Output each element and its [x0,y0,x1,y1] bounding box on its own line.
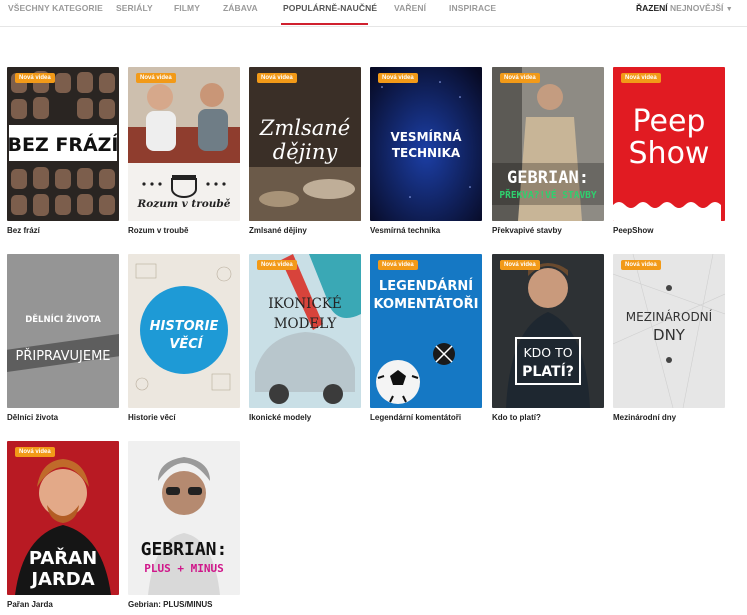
poster-historie-veci[interactable]: HISTORIE VĚCÍ [128,254,240,408]
poster-text-zmlsane-1: Zmlsané [259,116,350,140]
poster-text-mezinarodni: MEZINÁRODNÍ [626,309,713,324]
show-card-vesmirna-technika[interactable]: VESMÍRNÁ TECHNIKA Nová videa Vesmírná te… [370,67,482,235]
show-title[interactable]: Kdo to platí? [492,413,604,422]
show-card-ikonicke-modely[interactable]: IKONICKÉ MODELY Nová videa Ikonické mode… [249,254,361,422]
poster-text-veci: VĚCÍ [169,336,203,352]
poster-text-gebrian: GEBRIAN: [507,168,589,188]
show-title[interactable]: Legendární komentátoři [370,413,482,422]
poster-vesmirna-technika[interactable]: VESMÍRNÁ TECHNIKA Nová videa [370,67,482,221]
poster-delnici-zivota[interactable]: DĚLNÍCI ŽIVOTA PŘIPRAVUJEME [7,254,119,408]
show-card-prekvapive-stavby[interactable]: GEBRIAN: PŘEKVA?!VÉ STAVBY Nová videa Př… [492,67,604,235]
poster-text-plati: PLATÍ? [522,363,574,380]
poster-legendarni-komentatori[interactable]: LEGENDÁRNÍ KOMENTÁTOŘI Nová videa [370,254,482,408]
new-videos-badge: Nová videa [136,73,176,83]
poster-text-peep: Peep [633,104,706,139]
tab-serialy[interactable]: SERIÁLY [116,3,153,13]
show-card-rozum-v-troube[interactable]: Rozum v troubě Nová videa Rozum v troubě [128,67,240,235]
poster-text-modely: MODELY [274,316,338,332]
poster-text-ikonicke: IKONICKÉ [268,296,342,312]
poster-text-gebrian-2: GEBRIAN: [141,539,228,560]
poster-text-historie: HISTORIE [150,319,219,334]
active-tab-indicator [281,23,368,25]
show-title[interactable]: Bez frází [7,226,119,235]
poster-text-plus-minus: PLUS + MINUS [144,562,223,575]
poster-text-vesmirna-1: VESMÍRNÁ [390,129,462,144]
poster-rozum-v-troube[interactable]: Rozum v troubě Nová videa [128,67,240,221]
show-card-kdo-to-plati[interactable]: KDO TO PLATÍ? Nová videa Kdo to platí? [492,254,604,422]
show-card-delnici-zivota[interactable]: DĚLNÍCI ŽIVOTA PŘIPRAVUJEME Dělníci živo… [7,254,119,422]
poster-gebrian-plus-minus[interactable]: GEBRIAN: PLUS + MINUS [128,441,240,595]
tab-filmy[interactable]: FILMY [174,3,200,13]
poster-mezinarodni-dny[interactable]: MEZINÁRODNÍ DNY Nová videa [613,254,725,408]
show-card-historie-veci[interactable]: HISTORIE VĚCÍ Historie věcí [128,254,240,422]
chevron-down-icon[interactable]: ▼ [726,6,733,13]
new-videos-badge: Nová videa [500,260,540,270]
new-videos-badge: Nová videa [500,73,540,83]
show-title[interactable]: Překvapivé stavby [492,226,604,235]
tab-popularne-naucne[interactable]: POPULÁRNĚ-NAUČNÉ [283,3,377,13]
poster-text-rozum: Rozum v troubě [137,198,231,210]
sort-label: ŘAZENÍ [636,3,668,13]
show-title[interactable]: Historie věcí [128,413,240,422]
poster-ikonicke-modely[interactable]: IKONICKÉ MODELY Nová videa [249,254,361,408]
sort-dropdown[interactable]: NEJNOVĚJŠÍ [670,3,723,13]
poster-zmlsane-dejiny[interactable]: Zmlsané dějiny Nová videa [249,67,361,221]
poster-text-paran: PAŘAN [29,547,97,569]
show-card-peepshow[interactable]: Peep Show Nová videa PeepShow [613,67,725,235]
tab-inspirace[interactable]: INSPIRACE [449,3,496,13]
tab-vareni[interactable]: VAŘENÍ [394,3,426,13]
poster-text-jarda: JARDA [29,569,94,590]
poster-bez-frazi[interactable]: BEZ FRÁZÍ Nová videa [7,67,119,221]
show-card-zmlsane-dejiny[interactable]: Zmlsané dějiny Nová videa Zmlsané dějiny [249,67,361,235]
show-title[interactable]: Zmlsané dějiny [249,226,361,235]
poster-text-vesmirna-2: TECHNIKA [392,146,461,160]
poster-paran-jarda[interactable]: PAŘAN JARDA Nová videa [7,441,119,595]
poster-text-komentatori: KOMENTÁTOŘI [374,296,479,312]
new-videos-badge: Nová videa [621,260,661,270]
poster-text-bez-frazi: BEZ FRÁZÍ [7,133,118,156]
tab-vsechny-kategorie[interactable]: VŠECHNY KATEGORIE [8,3,103,13]
category-nav: VŠECHNY KATEGORIE SERIÁLY FILMY ZÁBAVA P… [0,0,747,27]
show-card-bez-frazi[interactable]: BEZ FRÁZÍ Nová videa Bez frází [7,67,119,235]
show-title[interactable]: Pařan Jarda [7,600,119,609]
poster-text-prekvapive: PŘEKVA?!VÉ STAVBY [499,189,597,201]
poster-kdo-to-plati[interactable]: KDO TO PLATÍ? Nová videa [492,254,604,408]
show-title[interactable]: Ikonické modely [249,413,361,422]
new-videos-badge: Nová videa [257,73,297,83]
show-title[interactable]: Gebrian: PLUS/MINUS [128,600,240,609]
poster-prekvapive-stavby[interactable]: GEBRIAN: PŘEKVA?!VÉ STAVBY Nová videa [492,67,604,221]
poster-text-delnici: DĚLNÍCI ŽIVOTA [25,313,101,325]
poster-text-pripravujeme: PŘIPRAVUJEME [16,348,111,364]
tab-zabava[interactable]: ZÁBAVA [223,3,258,13]
sort-control[interactable]: ŘAZENÍ NEJNOVĚJŠÍ ▼ [636,3,733,13]
new-videos-badge: Nová videa [378,73,418,83]
poster-text-zmlsane-2: dějiny [273,140,339,164]
new-videos-badge: Nová videa [15,447,55,457]
poster-text-dny: DNY [653,326,686,344]
show-title[interactable]: Mezinárodní dny [613,413,725,422]
show-title[interactable]: Vesmírná technika [370,226,482,235]
show-title[interactable]: PeepShow [613,226,725,235]
show-card-paran-jarda[interactable]: PAŘAN JARDA Nová videa Pařan Jarda [7,441,119,609]
poster-text-show: Show [629,136,710,171]
show-title[interactable]: Rozum v troubě [128,226,240,235]
new-videos-badge: Nová videa [257,260,297,270]
show-card-gebrian-plus-minus[interactable]: GEBRIAN: PLUS + MINUS Gebrian: PLUS/MINU… [128,441,240,609]
new-videos-badge: Nová videa [15,73,55,83]
new-videos-badge: Nová videa [621,73,661,83]
new-videos-badge: Nová videa [378,260,418,270]
show-card-legendarni-komentatori[interactable]: LEGENDÁRNÍ KOMENTÁTOŘI Nová videa Legend… [370,254,482,422]
show-title[interactable]: Dělníci života [7,413,119,422]
show-card-mezinarodni-dny[interactable]: MEZINÁRODNÍ DNY Nová videa Mezinárodní d… [613,254,725,422]
poster-text-legendarni: LEGENDÁRNÍ [379,278,473,294]
poster-text-kdo-to: KDO TO [523,345,572,360]
poster-peepshow[interactable]: Peep Show Nová videa [613,67,725,221]
